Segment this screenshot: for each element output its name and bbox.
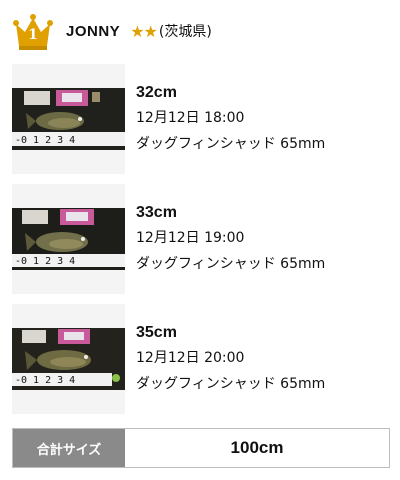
catch-datetime: 12月12日 18:00 — [136, 110, 245, 126]
prefecture-label: (茨城県) — [158, 24, 212, 40]
catch-size: 33cm — [136, 204, 177, 221]
catch-datetime: 12月12日 20:00 — [136, 350, 245, 366]
catch-photo-frame[interactable]: -0 1 2 3 4 — [12, 304, 125, 414]
catch-size: 35cm — [136, 324, 177, 341]
total-size-value: 100cm — [230, 438, 284, 457]
total-size-label: 合計サイズ — [13, 429, 125, 467]
catch-photo-frame[interactable]: -0 1 2 3 4 — [12, 184, 125, 294]
user-name[interactable]: JONNY — [66, 23, 120, 40]
svg-text:-0 1 2 3 4: -0 1 2 3 4 — [15, 135, 75, 146]
total-size-row: 合計サイズ 100cm — [12, 428, 390, 468]
catch-photo-frame[interactable]: -0 1 2 3 4 — [12, 64, 125, 174]
catch-item: -0 1 2 3 4 33cm 12月12日 19:00 ダッグフィンシャッド … — [12, 184, 388, 294]
catch-details: 33cm 12月12日 19:00 ダッグフィンシャッド 65mm — [136, 202, 386, 276]
catch-lure: ダッグフィンシャッド 65mm — [136, 376, 326, 392]
svg-text:-0 1 2 3 4: -0 1 2 3 4 — [15, 256, 75, 267]
svg-text:-0 1 2 3 4: -0 1 2 3 4 — [15, 375, 75, 386]
rating-stars: ★★ — [130, 21, 158, 41]
fish-photo[interactable]: -0 1 2 3 4 — [12, 208, 125, 270]
catch-item: -0 1 2 3 4 32cm 12月12日 18:00 ダッグフィンシャッド … — [12, 64, 388, 174]
catch-lure: ダッグフィンシャッド 65mm — [136, 256, 326, 272]
crown-icon: 1 — [12, 10, 54, 52]
ranking-header: 1 JONNY ★★ (茨城県) — [12, 10, 392, 52]
catch-details: 35cm 12月12日 20:00 ダッグフィンシャッド 65mm — [136, 322, 386, 396]
catch-item: -0 1 2 3 4 35cm 12月12日 20:00 ダッグフィンシャッド … — [12, 304, 388, 414]
catch-size: 32cm — [136, 84, 177, 101]
rank-number: 1 — [28, 27, 38, 43]
fish-photo[interactable]: -0 1 2 3 4 — [12, 88, 125, 150]
catch-datetime: 12月12日 19:00 — [136, 230, 245, 246]
catch-details: 32cm 12月12日 18:00 ダッグフィンシャッド 65mm — [136, 82, 386, 156]
catch-lure: ダッグフィンシャッド 65mm — [136, 136, 326, 152]
fish-photo[interactable]: -0 1 2 3 4 — [12, 328, 125, 390]
